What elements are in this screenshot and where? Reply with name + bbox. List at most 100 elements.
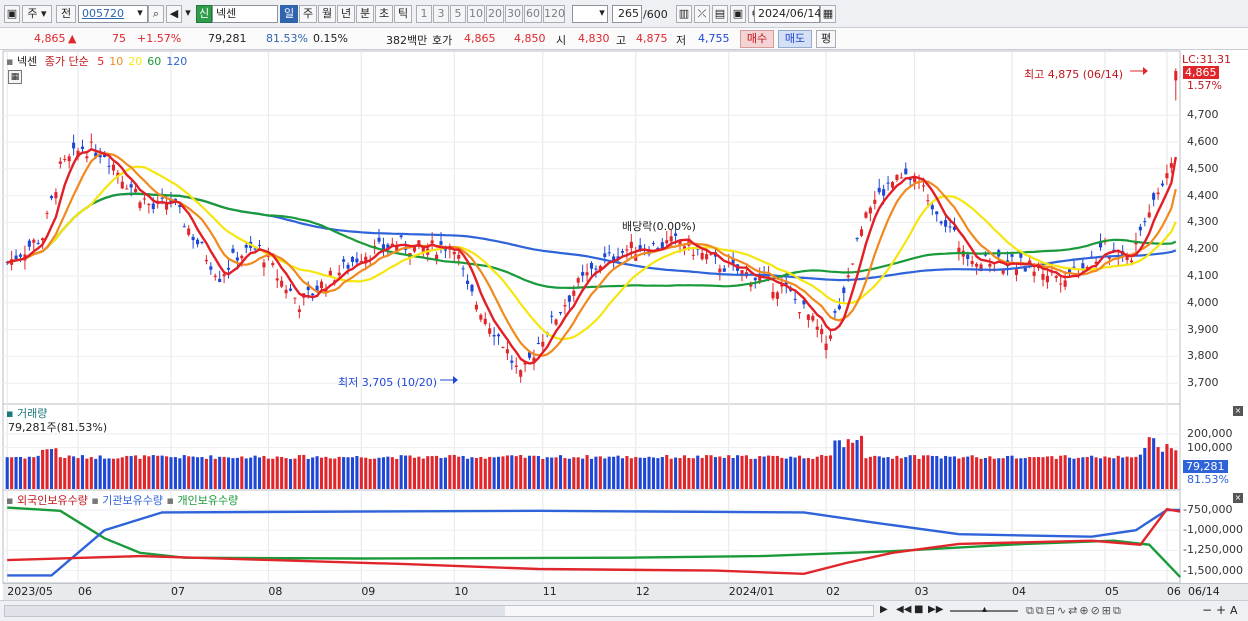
lc-label: LC:31.31 (1182, 53, 1232, 66)
candle-body (983, 254, 988, 256)
legend-dot-icon: ▪ (166, 494, 174, 507)
candle-body (218, 278, 222, 282)
volume-bar (828, 455, 833, 489)
volume-bar (899, 458, 903, 489)
volume-bar (483, 458, 487, 489)
volume-bar (895, 455, 899, 489)
volume-bar (111, 458, 115, 489)
candle-body (147, 204, 151, 206)
candle-body (669, 236, 673, 242)
candle-body (479, 314, 483, 320)
volume-bar (368, 458, 372, 489)
zoom-handle-icon[interactable]: ▴ (982, 604, 987, 615)
candle-body (280, 280, 284, 287)
price-pane-header: ▪ 넥센 종가 단순 5 10 20 60 120 (6, 53, 187, 69)
holdings-tick-label: -750,000 (1183, 503, 1233, 516)
candle-body (45, 212, 49, 214)
scroll-track[interactable] (4, 605, 874, 617)
zoom-in-icon[interactable]: + (1216, 603, 1226, 617)
candle-body (882, 189, 886, 196)
candle-body (811, 315, 815, 321)
volume-bar (687, 457, 691, 489)
volume-bar (178, 458, 182, 489)
forward-icon[interactable]: ▶▶ (928, 604, 943, 615)
candle-body (899, 177, 903, 179)
price-tick-label: 4,200 (1187, 242, 1219, 256)
volume-bar (944, 455, 948, 489)
candle-body (1156, 192, 1160, 195)
candle-body (195, 239, 200, 245)
zoom-out-icon[interactable]: − (1202, 603, 1212, 617)
stop-icon[interactable]: ■ (914, 604, 923, 615)
x-axis-label: 11 (542, 585, 557, 598)
volume-bar (32, 457, 36, 489)
candle-body (1160, 183, 1165, 186)
table-view-icon[interactable]: ▦ (8, 70, 22, 84)
chart-canvas[interactable] (0, 0, 1248, 621)
candle-body (1023, 267, 1027, 272)
scroll-right-icon[interactable]: ▶ (880, 604, 888, 615)
candle-body (182, 226, 186, 228)
x-axis-label: 08 (268, 585, 283, 598)
candle-body (27, 240, 31, 247)
volume-current-tag: 79,281 (1183, 460, 1228, 473)
volume-bar (311, 457, 315, 489)
volume-bar (678, 458, 682, 489)
candle-body (138, 202, 142, 209)
font-size-icon[interactable]: A (1230, 604, 1238, 617)
candle-body (510, 360, 514, 363)
volume-bar (342, 457, 346, 489)
volume-bar (736, 455, 740, 489)
x-axis-label: 2024/01 (728, 585, 775, 598)
volume-bar (598, 456, 602, 489)
volume-bar (435, 455, 439, 489)
volume-bar (1028, 456, 1032, 489)
volume-bar (1143, 448, 1147, 489)
volume-bar (1103, 456, 1107, 489)
volume-pane-close-icon[interactable]: × (1233, 406, 1243, 416)
volume-bar (660, 457, 664, 489)
volume-bar (634, 457, 638, 489)
volume-bar (10, 457, 14, 489)
candle-body (541, 341, 545, 347)
candle-body (134, 188, 138, 193)
volume-bar (682, 455, 687, 489)
price-tick-label: 4,000 (1187, 295, 1219, 309)
volume-bar (1129, 457, 1134, 489)
volume-bar (284, 458, 288, 489)
volume-bar (563, 458, 567, 489)
volume-bar (72, 456, 76, 489)
candle-body (975, 263, 979, 267)
volume-bar (722, 457, 726, 489)
rewind-icon[interactable]: ◀◀ (896, 604, 911, 615)
candle-body (1041, 273, 1045, 280)
candle-body (129, 184, 133, 188)
x-axis-label: 06 (1166, 585, 1181, 598)
tool-icons[interactable]: ⧉⧉⊟∿⇄⊕⊘⊞⧉ (1026, 604, 1123, 618)
volume-bar (1032, 457, 1036, 489)
ma-label: 종가 단순 (44, 55, 89, 68)
volume-bar (1152, 438, 1156, 489)
candle-body (718, 268, 722, 273)
volume-bar (1138, 454, 1142, 489)
legend-foreign: 외국인보유수량 (16, 494, 88, 507)
price-tick-label: 4,100 (1187, 269, 1219, 282)
volume-bar (771, 455, 775, 489)
volume-bar (842, 447, 846, 489)
candle-body (191, 236, 195, 241)
volume-bar (643, 457, 647, 489)
candle-body (350, 256, 355, 262)
ma-period-120: 120 (166, 55, 188, 68)
volume-bar (165, 456, 169, 489)
volume-bar (306, 458, 310, 489)
candle-body (32, 239, 36, 243)
scroll-thumb[interactable] (5, 606, 505, 616)
volume-bar (811, 458, 815, 489)
volume-bar (474, 457, 478, 489)
candle-body (877, 187, 881, 193)
candle-body (550, 315, 554, 317)
holdings-pane-close-icon[interactable]: × (1233, 493, 1243, 503)
x-axis-label: 04 (1012, 585, 1026, 598)
holdings-tick-label: -1,500,000 (1183, 563, 1243, 577)
volume-bar (558, 455, 563, 489)
